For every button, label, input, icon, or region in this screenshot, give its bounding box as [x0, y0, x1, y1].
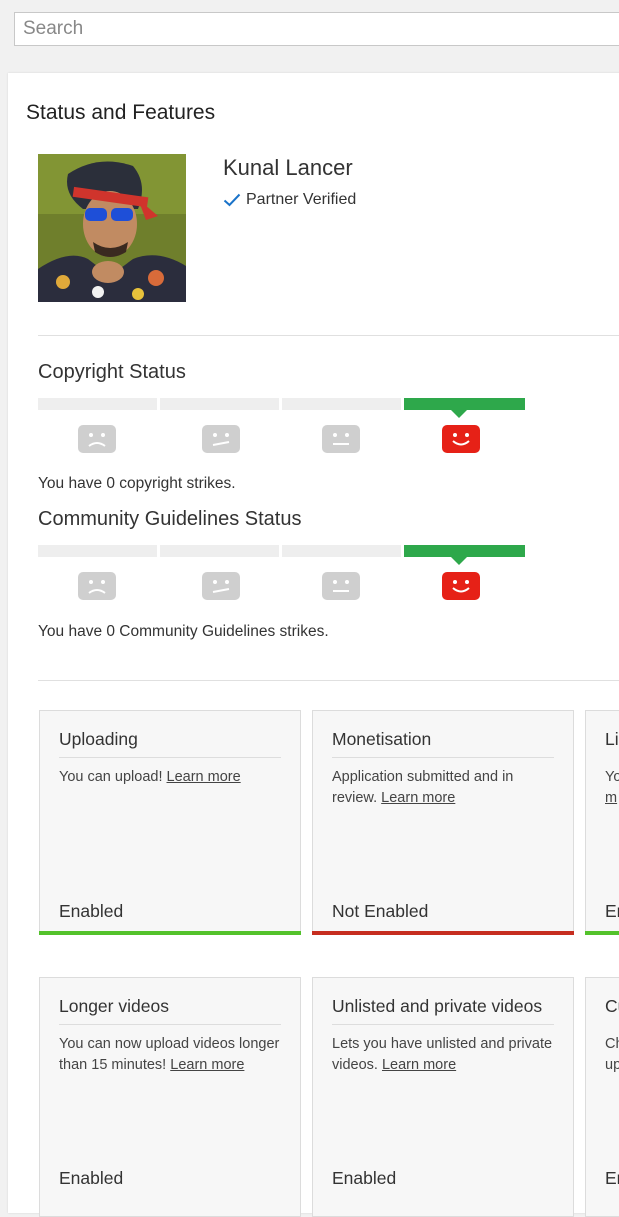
neutral-face-icon [322, 425, 360, 453]
happy-face-icon [442, 425, 480, 453]
card-description: Application submitted and in review. Lea… [332, 769, 514, 806]
card-title: Li [605, 729, 619, 749]
card-title: Monetisation [332, 729, 432, 749]
card-description: You can now upload videos longer than 15… [59, 1036, 280, 1073]
partner-verified: Partner Verified [223, 191, 356, 209]
learn-more-link[interactable]: Learn more [170, 1057, 244, 1073]
search-input[interactable] [14, 12, 619, 46]
strike-segment-2 [160, 398, 279, 410]
card-title: Cu [605, 996, 619, 1016]
card-divider [59, 757, 281, 758]
strike-segment-3 [38, 398, 157, 410]
card-status: Not Enabled [332, 901, 429, 921]
card-description: Yo m [605, 769, 619, 806]
unsure-face-icon [202, 425, 240, 453]
card-status: Enabled [59, 901, 124, 921]
feature-card-uploading: Uploading You can upload! Learn more Ena… [39, 710, 301, 935]
neutral-face-icon [322, 572, 360, 600]
community-strikes-text: You have 0 Community Guidelines strikes. [38, 623, 329, 640]
community-strike-bar [38, 545, 528, 565]
card-status: Enabled [59, 1168, 124, 1188]
sad-face-icon [78, 425, 116, 453]
feature-card-longer-videos: Longer videos You can now upload videos … [39, 977, 301, 1217]
avatar[interactable] [38, 154, 186, 302]
channel-name[interactable]: Kunal Lancer [223, 155, 353, 181]
avatar-photo [38, 154, 186, 302]
status-bar-enabled [585, 931, 619, 935]
learn-more-link[interactable]: Learn more [381, 790, 455, 806]
card-description: Ch up [605, 1036, 619, 1073]
strike-segment-0 [404, 545, 525, 557]
card-description: Lets you have unlisted and private video… [332, 1036, 553, 1073]
card-divider [332, 757, 554, 758]
card-status: En [605, 1168, 619, 1188]
current-status-pointer [451, 557, 467, 565]
status-bar-enabled [39, 931, 301, 935]
divider [38, 335, 619, 336]
card-status: En [605, 901, 619, 921]
strike-segment-1 [282, 545, 401, 557]
feature-card-unlisted-private: Unlisted and private videos Lets you hav… [312, 977, 574, 1217]
community-status-title: Community Guidelines Status [38, 508, 302, 530]
feature-card-partial: Li Yom En [585, 710, 619, 935]
check-icon [223, 193, 241, 207]
unsure-face-icon [202, 572, 240, 600]
divider [38, 680, 619, 681]
card-description: You can upload! Learn more [59, 769, 241, 785]
copyright-strike-bar [38, 398, 528, 418]
feature-card-monetisation: Monetisation Application submitted and i… [312, 710, 574, 935]
card-title: Unlisted and private videos [332, 996, 543, 1016]
current-status-pointer [451, 410, 467, 418]
feature-card-partial: Cu Ch up En [585, 977, 619, 1217]
status-bar-not-enabled [312, 931, 574, 935]
sad-face-icon [78, 572, 116, 600]
strike-segment-0 [404, 398, 525, 410]
card-divider [332, 1024, 554, 1025]
verified-label: Partner Verified [246, 191, 357, 208]
happy-face-icon [442, 572, 480, 600]
card-divider [59, 1024, 281, 1025]
search-bar [0, 0, 619, 60]
card-title: Uploading [59, 729, 138, 749]
copyright-strikes-text: You have 0 copyright strikes. [38, 475, 236, 492]
card-status: Enabled [332, 1168, 397, 1188]
strike-segment-1 [282, 398, 401, 410]
strike-segment-2 [160, 545, 279, 557]
learn-more-link[interactable]: Learn more [382, 1057, 456, 1073]
card-title: Longer videos [59, 996, 169, 1016]
page-title: Status and Features [26, 101, 216, 124]
copyright-status-title: Copyright Status [38, 361, 186, 383]
status-panel: Status and Features Kunal Lancer Partner… [8, 73, 619, 1217]
learn-more-link[interactable]: Learn more [167, 769, 241, 785]
learn-more-link[interactable]: m [605, 790, 617, 806]
strike-segment-3 [38, 545, 157, 557]
